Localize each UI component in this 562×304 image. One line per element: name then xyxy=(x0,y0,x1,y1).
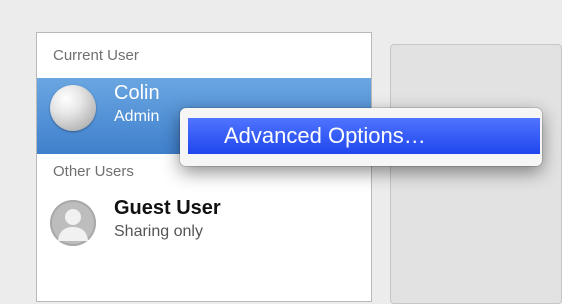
context-menu: Advanced Options… xyxy=(180,108,542,166)
user-details-panel xyxy=(390,44,562,304)
user-row-guest[interactable]: Guest User Sharing only xyxy=(37,193,371,269)
users-list-sidebar[interactable]: Current User Colin Admin Other Users Gue… xyxy=(36,32,372,302)
user-role: Admin xyxy=(114,108,160,125)
user-name: Colin xyxy=(114,82,160,104)
current-user-header: Current User xyxy=(53,47,139,64)
user-role: Sharing only xyxy=(114,223,203,240)
user-name: Guest User xyxy=(114,197,221,219)
advanced-options-menu-item[interactable]: Advanced Options… xyxy=(188,118,540,154)
guest-silhouette-icon xyxy=(50,200,96,246)
golf-ball-avatar-icon xyxy=(50,85,96,131)
other-users-header: Other Users xyxy=(53,163,134,180)
